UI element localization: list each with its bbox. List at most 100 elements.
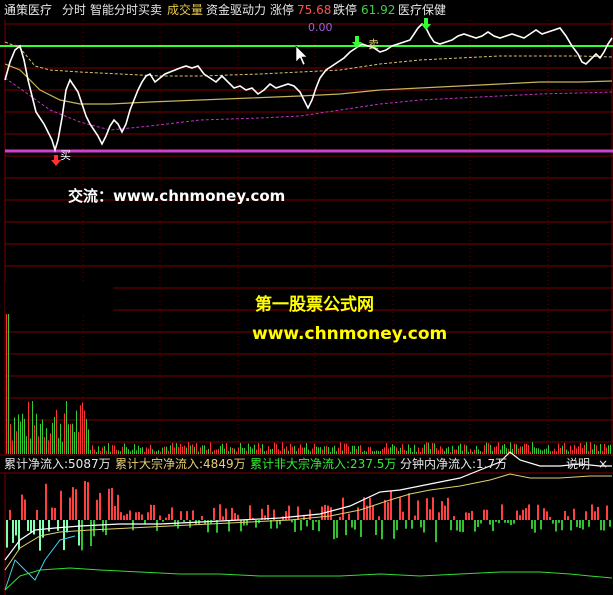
flow-bar [459, 520, 461, 532]
volume-bar [210, 442, 211, 454]
flow-bar [435, 520, 437, 543]
buy-signal-label: 买 [60, 149, 71, 162]
volume-bar [156, 451, 157, 454]
volume-bar [588, 451, 589, 454]
flow-bar [150, 504, 152, 520]
volume-bar [72, 423, 73, 454]
volume-bar [220, 446, 221, 454]
volume-bar [94, 449, 95, 454]
flow-bar [501, 504, 503, 520]
volume-bar [392, 444, 393, 454]
site-name-watermark: 第一股票公式网 [255, 295, 374, 315]
volume-bar [294, 445, 295, 454]
volume-bar [444, 451, 445, 454]
flow-bar [609, 520, 611, 527]
flow-bar [369, 497, 371, 520]
volume-bar [318, 447, 319, 454]
volume-bar [190, 445, 191, 454]
flow-bar [189, 520, 191, 528]
flow-bar [234, 513, 236, 520]
volume-bar [28, 401, 29, 454]
volume-bar [594, 444, 595, 454]
volume-bar [316, 446, 317, 454]
flow-bar [504, 520, 506, 523]
flow-bar [15, 520, 17, 536]
volume-bar [20, 421, 21, 454]
volume-bar [36, 413, 37, 454]
flow-bar [135, 512, 137, 520]
volume-bar [134, 444, 135, 454]
volume-bar [194, 446, 195, 454]
volume-bar [74, 432, 75, 454]
flow-bar [213, 507, 215, 520]
flow-bar [438, 512, 440, 520]
volume-bar [380, 450, 381, 454]
flow-bar [216, 520, 218, 533]
flow-bar [186, 511, 188, 520]
flow-bar [426, 498, 428, 520]
flow-bar [486, 509, 488, 520]
flow-bar [507, 520, 509, 523]
volume-bar [608, 445, 609, 454]
indicator-smart-trade[interactable]: 智能分时买卖 [90, 3, 162, 17]
volume-bar [430, 448, 431, 454]
period-label[interactable]: 分时 [62, 3, 86, 17]
flow-bar [390, 490, 392, 520]
flow-bar [315, 520, 317, 522]
volume-bar [84, 410, 85, 454]
flow-bar [222, 516, 224, 520]
volume-bar [348, 446, 349, 454]
volume-bar [322, 449, 323, 454]
volume-bar [528, 445, 529, 454]
flow-bar [411, 520, 413, 529]
volume-bar [250, 446, 251, 454]
flow-bar [585, 511, 587, 520]
flow-bar [69, 497, 71, 520]
volume-bar [390, 447, 391, 454]
volume-bar [280, 450, 281, 454]
flow-bar [342, 497, 344, 520]
volume-bar [440, 446, 441, 454]
mouse-cursor-icon [295, 45, 308, 66]
help-button[interactable]: 说明 [566, 457, 590, 471]
volume-bar [504, 444, 505, 454]
volume-bar [146, 447, 147, 454]
flow-bar [441, 501, 443, 520]
stock-name[interactable]: 通策医疗 [4, 3, 52, 17]
volume-bar [592, 449, 593, 454]
volume-bar [162, 447, 163, 454]
flow-bar [339, 516, 341, 520]
indicator-fund-drive[interactable]: 资金驱动力 [206, 3, 266, 17]
volume-bar [260, 448, 261, 454]
volume-bar [12, 440, 13, 454]
close-icon[interactable]: × [598, 457, 608, 471]
volume-bar [236, 451, 237, 454]
sector-label[interactable]: 医疗保健 [398, 3, 446, 17]
flow-bar [141, 514, 143, 520]
flow-bar [297, 506, 299, 520]
volume-bar [470, 449, 471, 454]
flow-bar [564, 511, 566, 520]
volume-bar [38, 436, 39, 454]
limit-up-label: 涨停 [270, 3, 295, 17]
volume-bar [396, 447, 397, 454]
volume-bar [578, 446, 579, 454]
volume-bar [304, 447, 305, 454]
volume-bar [352, 445, 353, 454]
volume-bar [386, 443, 387, 454]
volume-bar [68, 424, 69, 454]
volume-bar [176, 443, 177, 454]
volume-bar [332, 447, 333, 454]
volume-bar [290, 443, 291, 454]
volume-bar [556, 451, 557, 454]
volume-bar [124, 443, 125, 454]
volume-bar [342, 450, 343, 454]
indicator-volume[interactable]: 成交量 [167, 3, 203, 17]
flow-bar [300, 520, 302, 531]
flow-bar [606, 505, 608, 520]
volume-bar [234, 448, 235, 454]
flow-bar [123, 515, 125, 520]
flow-bar [348, 513, 350, 520]
volume-bar [238, 447, 239, 454]
volume-bar [596, 445, 597, 454]
